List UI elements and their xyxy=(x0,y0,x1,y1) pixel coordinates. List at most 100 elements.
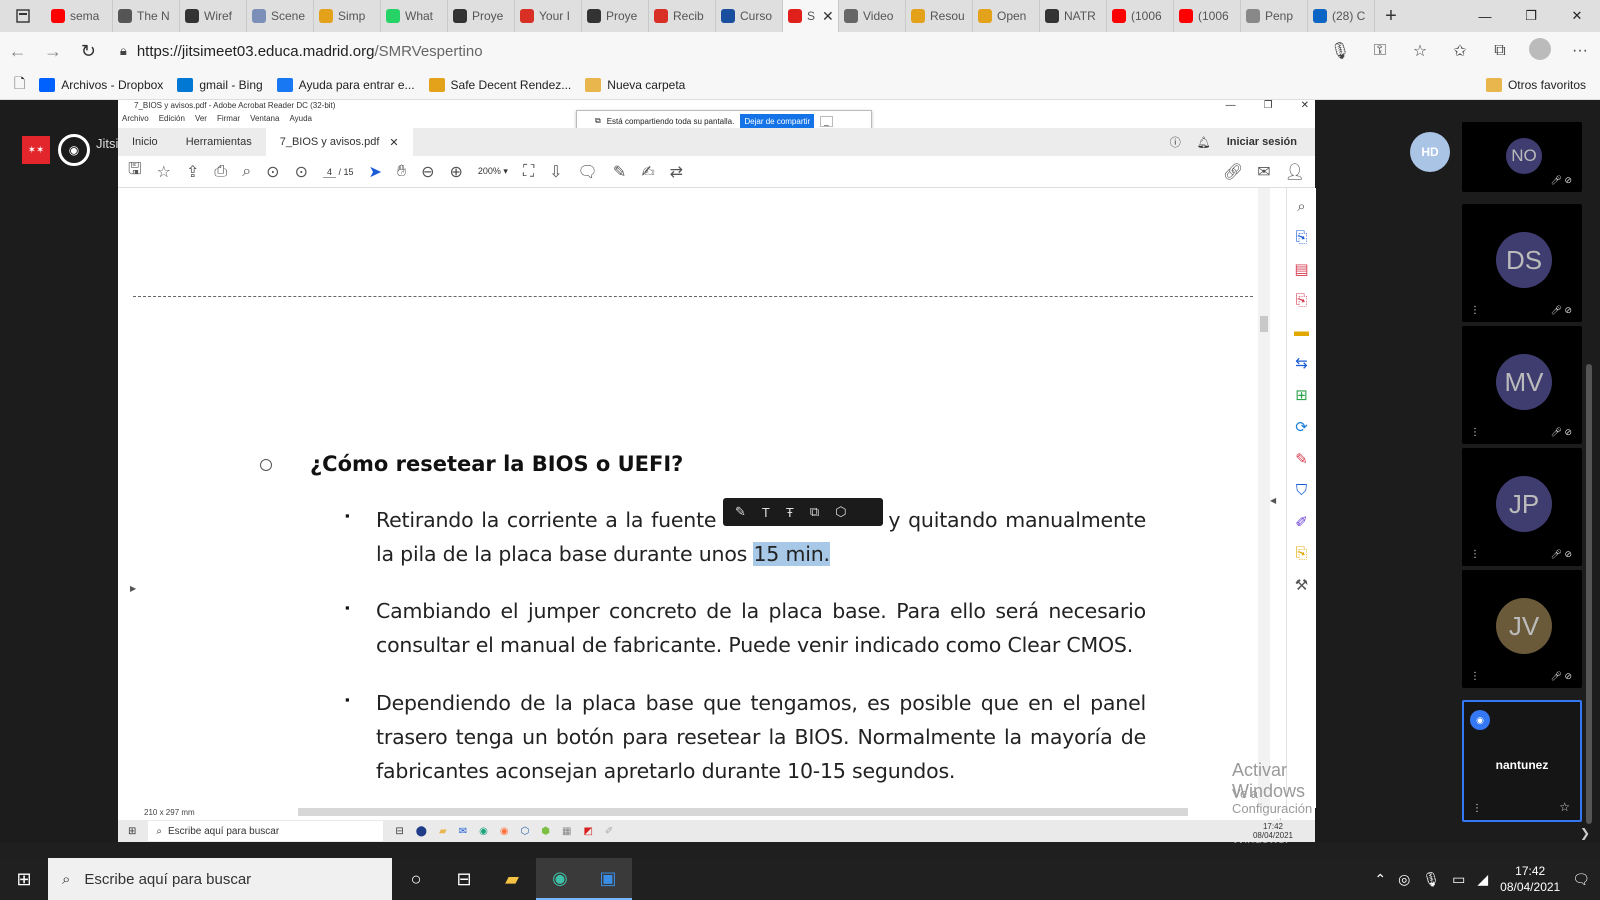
send-for-signature-icon[interactable]: ⎘ xyxy=(1295,545,1307,562)
share-tool-icon[interactable]: ⇄ xyxy=(670,162,683,182)
filmstrip-toggle-icon[interactable]: ❯ xyxy=(1580,826,1590,840)
strikethrough-text-icon[interactable]: Ŧ xyxy=(786,505,794,520)
tile-menu-icon[interactable]: ⋮ xyxy=(1470,549,1480,560)
tray-network-icon[interactable]: ◢ xyxy=(1477,871,1488,888)
inner-explorer-icon[interactable]: ▰ xyxy=(439,826,447,837)
browser-tab[interactable]: (28) C xyxy=(1308,0,1375,32)
inner-firefox-icon[interactable]: ◉ xyxy=(500,826,509,837)
tile-menu-icon[interactable]: ⋮ xyxy=(1470,427,1480,438)
underline-text-icon[interactable]: T xyxy=(762,505,770,520)
page-current-input[interactable]: 4 xyxy=(322,166,336,178)
browser-tab[interactable]: Proye xyxy=(582,0,649,32)
participant-tile[interactable]: NO 🎤︎ ⊘ xyxy=(1462,122,1582,192)
print-icon[interactable]: ⎙ xyxy=(214,163,227,181)
browser-tab[interactable]: sema xyxy=(46,0,113,32)
inner-edge-icon[interactable]: ◉ xyxy=(479,826,488,837)
copy-text-icon[interactable]: ⧉ xyxy=(810,504,819,520)
upload-icon[interactable]: ⇪ xyxy=(186,162,199,182)
favorite-link[interactable]: Archivos - Dropbox xyxy=(39,77,163,92)
favorite-link[interactable]: gmail - Bing xyxy=(177,77,263,92)
maximize-window-button[interactable]: ❐ xyxy=(1508,0,1554,32)
close-window-button[interactable]: ✕ xyxy=(1554,0,1600,32)
pin-icon[interactable]: ◉ xyxy=(1470,710,1490,730)
left-panel-toggle-icon[interactable]: ▶ xyxy=(130,584,136,593)
more-options-icon[interactable]: ··· xyxy=(1560,42,1600,60)
scan-icon[interactable]: ⟳ xyxy=(1295,418,1308,436)
scroll-mode-icon[interactable]: ⇩ xyxy=(549,162,562,182)
browser-tab[interactable]: Recib xyxy=(649,0,716,32)
browser-tab[interactable]: Resou xyxy=(906,0,973,32)
comment-tool-icon[interactable]: ▬ xyxy=(1294,323,1309,340)
window-menu-icon[interactable] xyxy=(0,0,46,32)
remote-desktop-taskbar-icon[interactable]: ▣ xyxy=(584,858,632,900)
link-icon[interactable]: 🔗︎ xyxy=(1223,162,1243,182)
close-tab-icon[interactable]: ✕ xyxy=(389,136,398,149)
fill-sign-icon[interactable]: ✎ xyxy=(1295,450,1308,468)
taskbar-clock[interactable]: 17:42 08/04/2021 xyxy=(1500,863,1560,895)
inner-app2-icon[interactable]: ⬢ xyxy=(541,826,550,837)
right-panel-toggle-icon[interactable]: ◀ xyxy=(1270,496,1276,505)
browser-tab[interactable]: Your I xyxy=(515,0,582,32)
next-page-icon[interactable]: ⊙ xyxy=(295,162,308,182)
browser-tab[interactable]: (1006 xyxy=(1174,0,1241,32)
taskbar-search-box[interactable]: ⌕ Escribe aquí para buscar xyxy=(48,858,392,900)
zoom-search-icon[interactable]: ⌕ xyxy=(242,163,251,181)
sign-in-button[interactable]: Iniciar sesión xyxy=(1227,136,1297,148)
browser-tab[interactable]: Video xyxy=(839,0,906,32)
save-icon[interactable]: 🖫 xyxy=(128,158,142,185)
cortana-icon[interactable]: ○ xyxy=(392,858,440,900)
highlight-icon[interactable]: ✎ xyxy=(613,162,626,182)
combine-files-icon[interactable]: ⇆ xyxy=(1295,354,1308,372)
inner-virtualbox-icon[interactable]: ⬡ xyxy=(521,826,530,837)
zoom-out-icon[interactable]: ⊖ xyxy=(421,162,434,182)
browser-tab[interactable]: Proye xyxy=(448,0,515,32)
browser-tab[interactable]: Simp xyxy=(314,0,381,32)
select-tool-icon[interactable]: ➤ xyxy=(369,162,382,182)
inner-app-icon[interactable]: ⬤ xyxy=(416,826,427,837)
acrobat-menu-item[interactable]: Archivo xyxy=(122,114,149,128)
self-avatar[interactable]: HD xyxy=(1410,132,1450,172)
favorite-link[interactable]: Safe Decent Rendez... xyxy=(428,77,571,92)
participant-tile[interactable]: MV 🎤︎ ⊘ ⋮ xyxy=(1462,326,1582,444)
browser-tab[interactable]: Open xyxy=(973,0,1040,32)
export-pdf-icon[interactable]: ⎘ xyxy=(1295,229,1307,246)
acrobat-close-button[interactable]: ✕ xyxy=(1301,100,1309,111)
inner-taskview-icon[interactable]: ⊟ xyxy=(395,826,403,837)
organize-pages-icon[interactable]: ▤ xyxy=(1294,260,1308,278)
compress-icon[interactable]: ⊞ xyxy=(1295,386,1308,404)
tray-mic-icon[interactable]: 🎙︎ xyxy=(1422,871,1440,888)
filmstrip-scrollbar[interactable] xyxy=(1586,364,1592,824)
browser-tab[interactable]: Wiref xyxy=(180,0,247,32)
participant-tile[interactable]: DS 🎤︎ ⊘ ⋮ xyxy=(1462,204,1582,322)
star-icon[interactable]: ☆ xyxy=(1559,800,1570,814)
tile-menu-icon[interactable]: ⋮ xyxy=(1472,803,1482,814)
participant-tile[interactable]: JV 🎤︎ ⊘ ⋮ xyxy=(1462,570,1582,688)
forward-button[interactable]: → xyxy=(35,41,70,62)
task-view-icon[interactable]: ⊟ xyxy=(440,858,488,900)
notifications-icon[interactable]: 🗨︎ xyxy=(1572,871,1590,888)
comment-icon[interactable]: 🗨︎ xyxy=(578,162,598,182)
create-pdf-icon[interactable]: ⎘ xyxy=(1295,292,1307,309)
inner-acrobat-icon[interactable]: ◩ xyxy=(583,826,592,837)
inner-db-icon[interactable]: ▦ xyxy=(562,826,571,837)
pdf-scroll-thumb[interactable] xyxy=(1260,316,1268,332)
key-icon[interactable]: ⚿ xyxy=(1360,42,1400,60)
browser-tab[interactable]: (1006 xyxy=(1107,0,1174,32)
tile-menu-icon[interactable]: ⋮ xyxy=(1470,671,1480,682)
favorites-icon[interactable]: ✩ xyxy=(1440,41,1480,61)
favorite-link[interactable]: Nueva carpeta xyxy=(585,77,685,92)
profile-avatar[interactable] xyxy=(1520,37,1560,65)
new-tab-button[interactable]: + xyxy=(1375,5,1407,28)
tab-document[interactable]: 7_BIOS y avisos.pdf ✕ xyxy=(265,128,413,156)
pdf-vertical-scrollbar[interactable] xyxy=(1258,188,1270,808)
close-tab-icon[interactable]: ✕ xyxy=(822,8,834,25)
more-text-options-icon[interactable]: ⬡ xyxy=(835,504,846,520)
active-speaker-tile[interactable]: ◉ nantunez ⋮ ☆ xyxy=(1462,700,1582,822)
address-bar[interactable]: 🔒︎ https://jitsimeet03.educa.madrid.org/… xyxy=(114,37,1320,65)
inner-start-icon[interactable]: ⊞ xyxy=(128,826,136,837)
collections-icon[interactable]: ⧉ xyxy=(1480,42,1520,60)
more-tools-icon[interactable]: ⚒ xyxy=(1295,576,1308,594)
pdf-horizontal-scrollbar[interactable] xyxy=(298,808,1188,816)
inner-search-box[interactable]: ⌕ Escribe aquí para buscar xyxy=(148,821,384,841)
zoom-in-icon[interactable]: ⊕ xyxy=(449,162,462,182)
